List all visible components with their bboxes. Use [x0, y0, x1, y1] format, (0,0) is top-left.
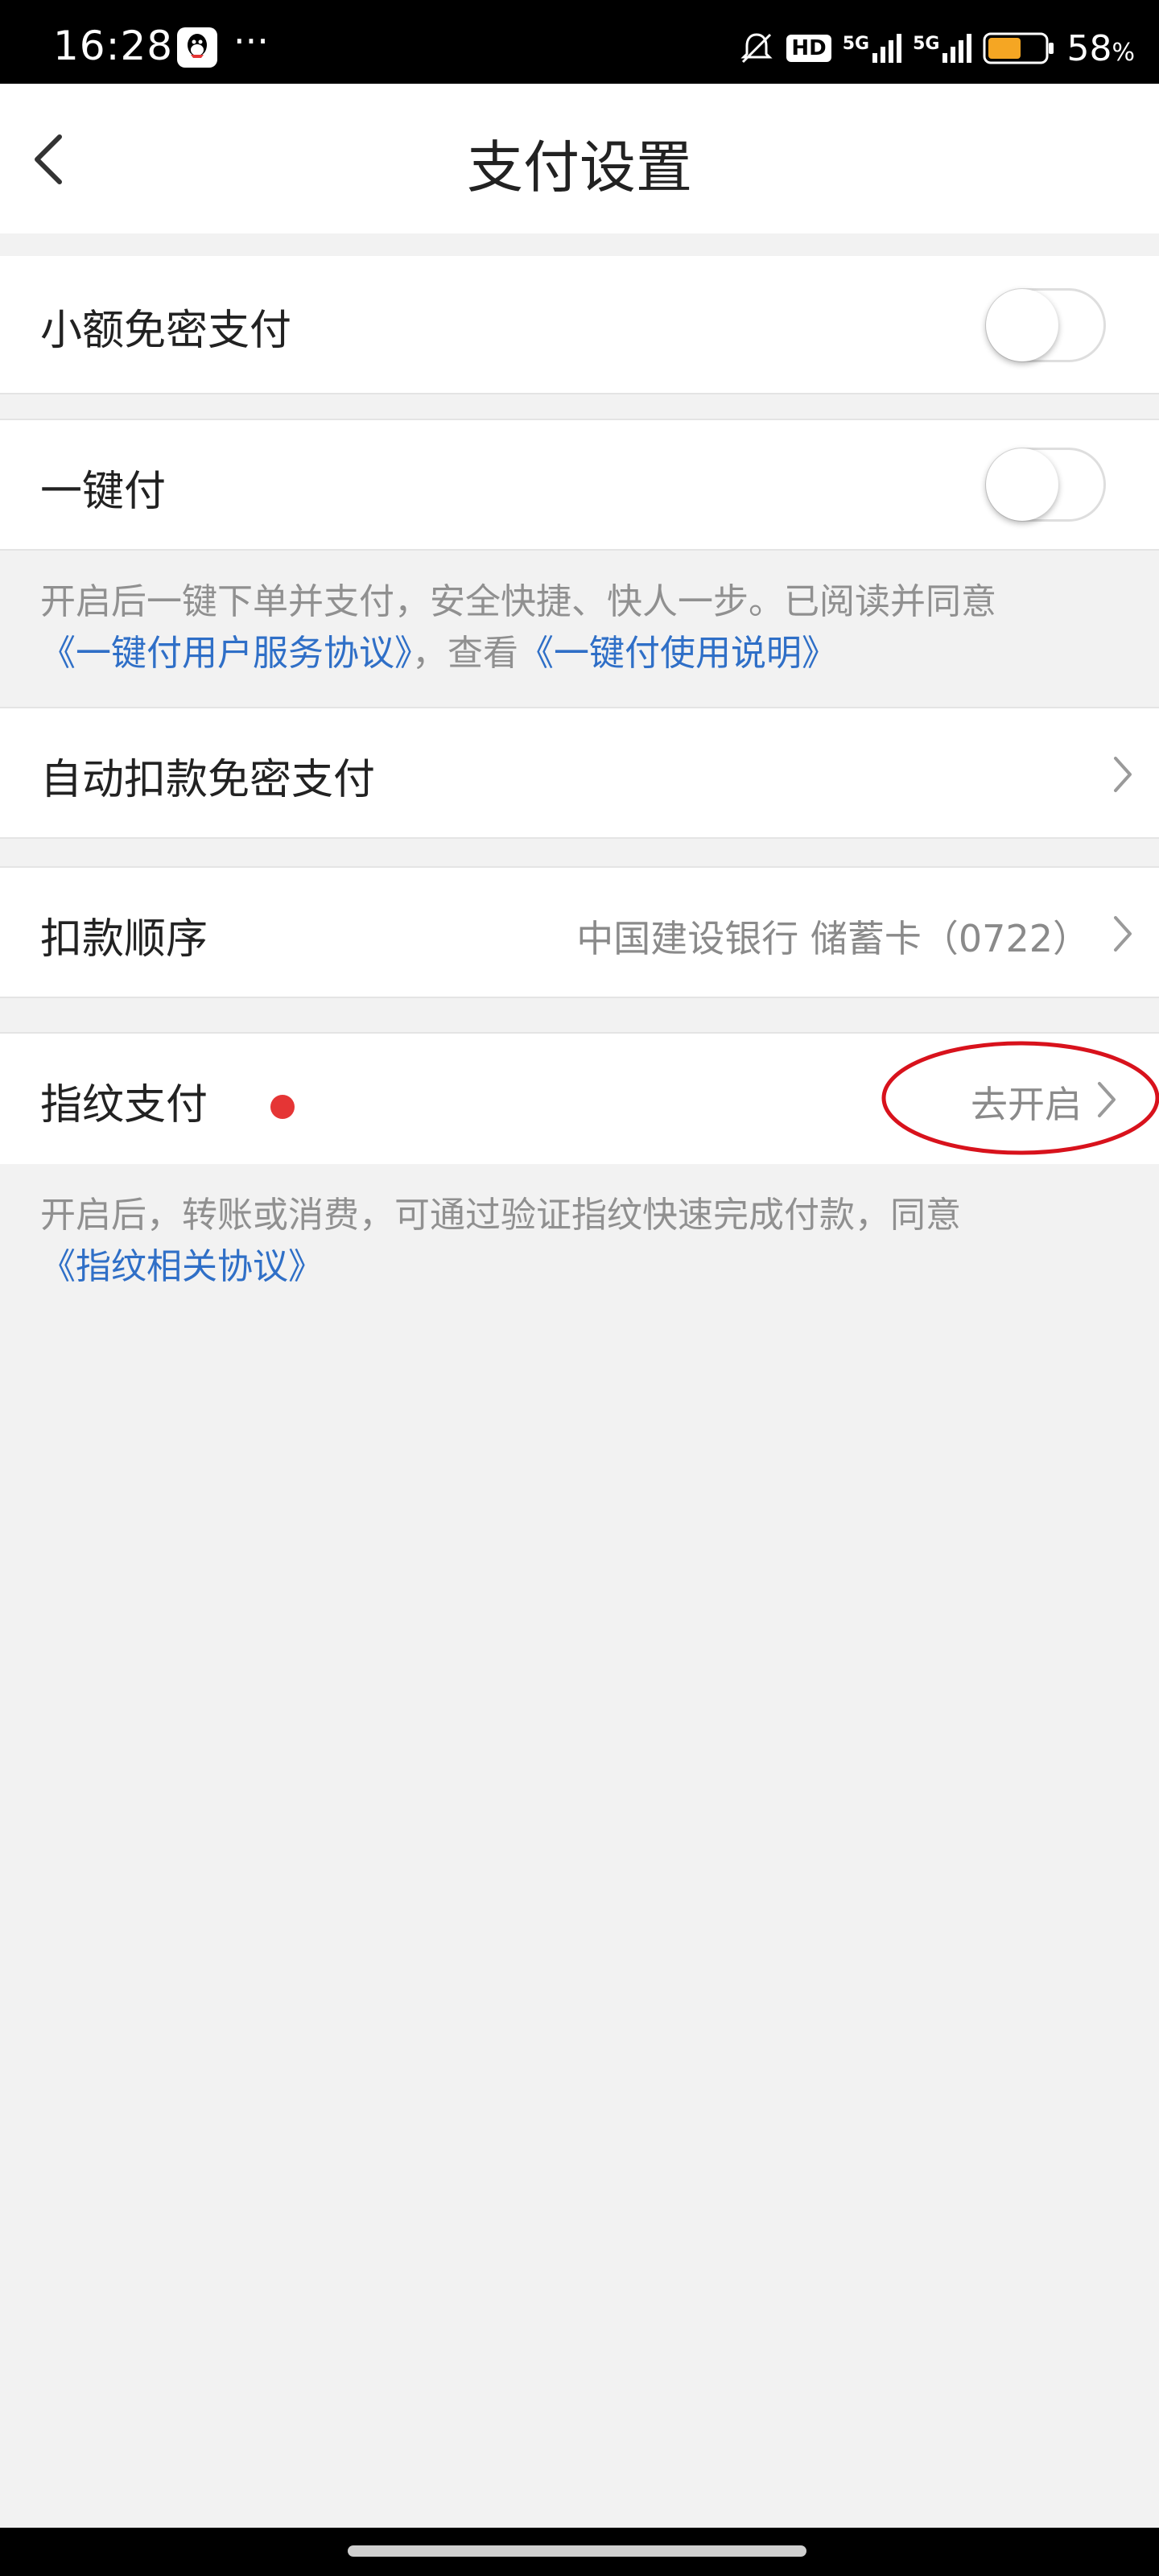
chevron-right-icon	[1114, 757, 1132, 792]
battery-icon	[983, 32, 1054, 64]
one-click-agreement-link[interactable]: 《一键付用户服务协议》	[40, 633, 412, 674]
setting-deduct-order[interactable]: 扣款顺序 中国建设银行 储蓄卡（0722）	[0, 866, 1159, 998]
small-no-password-toggle[interactable]	[985, 288, 1106, 362]
one-click-pay-note: 开启后一键下单并支付，安全快捷、快人一步。已阅读并同意 《一键付用户服务协议》，…	[40, 576, 1135, 679]
chevron-right-icon	[1114, 916, 1132, 952]
more-notifications-icon: ···	[233, 19, 269, 63]
one-click-pay-toggle[interactable]	[985, 448, 1106, 522]
setting-label: 扣款顺序	[40, 915, 208, 964]
setting-auto-deduct[interactable]: 自动扣款免密支付	[0, 707, 1159, 839]
setting-one-click-pay: 一键付	[0, 419, 1159, 551]
top-bar: 支付设置	[0, 84, 1159, 233]
bell-muted-icon	[740, 33, 773, 64]
one-click-guide-link[interactable]: 《一键付使用说明》	[518, 633, 837, 674]
status-time: 16:28	[53, 23, 174, 69]
toggle-knob	[986, 448, 1058, 521]
setting-label: 指纹支付	[40, 1081, 208, 1129]
battery-unit: %	[1112, 38, 1135, 67]
note-text: 开启后一键下单并支付，安全快捷、快人一步。已阅读并同意	[40, 581, 996, 622]
setting-small-no-password-pay: 小额免密支付	[0, 256, 1159, 394]
page-title: 支付设置	[467, 134, 692, 200]
battery-percent: 58	[1066, 27, 1112, 69]
fingerprint-pay-note: 开启后，转账或消费，可通过验证指纹快速完成付款，同意 《指纹相关协议》	[40, 1190, 1135, 1293]
new-badge-dot	[270, 1095, 295, 1119]
navigation-bar	[0, 2528, 1159, 2576]
network-label-1: 5G	[842, 34, 870, 54]
network-label-2: 5G	[913, 34, 940, 54]
annotation-ellipse	[881, 1041, 1159, 1155]
setting-label: 自动扣款免密支付	[40, 756, 376, 804]
setting-label: 一键付	[40, 468, 167, 516]
deduct-order-value: 中国建设银行 储蓄卡（0722）	[576, 917, 1090, 960]
status-bar: 16:28 ··· HD 5G 5G 58%	[0, 0, 1159, 84]
note-middle-text: ，查看	[412, 633, 518, 674]
home-indicator[interactable]	[348, 2545, 806, 2557]
signal-icon: 5G	[913, 34, 972, 63]
qq-icon	[177, 27, 217, 68]
note-text: 开启后，转账或消费，可通过验证指纹快速完成付款，同意	[40, 1195, 961, 1236]
toggle-knob	[986, 289, 1058, 361]
setting-label: 小额免密支付	[40, 307, 292, 355]
hd-badge: HD	[786, 35, 831, 62]
signal-icon: 5G	[842, 34, 902, 63]
fingerprint-agreement-link[interactable]: 《指纹相关协议》	[40, 1246, 324, 1287]
